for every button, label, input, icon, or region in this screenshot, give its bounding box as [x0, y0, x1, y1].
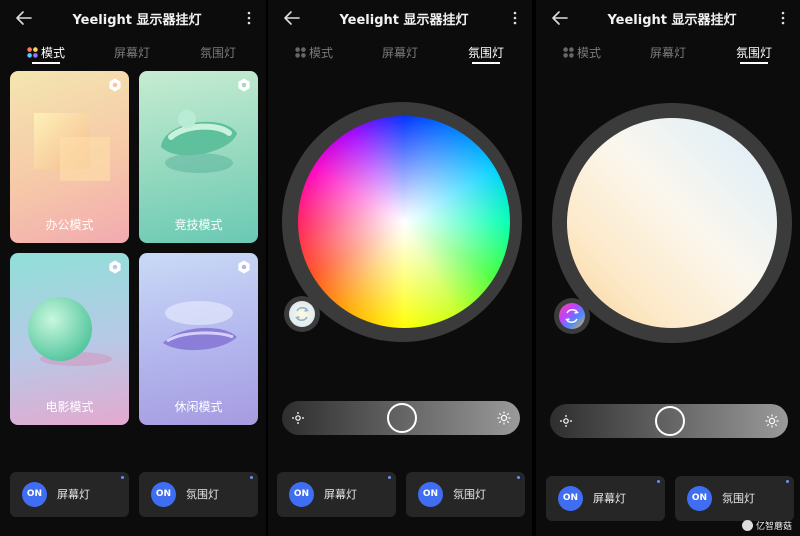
mode-grid-icon	[295, 47, 306, 58]
page-title: Yeelight 显示器挂灯	[339, 13, 469, 28]
tab-bar: 模式 屏幕灯 氛围灯	[268, 44, 532, 66]
brightness-slider-knob[interactable]	[655, 406, 685, 436]
gaming-illustration	[161, 110, 237, 173]
back-arrow-icon[interactable]	[14, 8, 34, 28]
movie-illustration	[28, 297, 112, 366]
tab-ambient-label: 氛围灯	[735, 46, 772, 60]
back-arrow-icon[interactable]	[282, 8, 302, 28]
on-toggle[interactable]: ON	[151, 482, 176, 507]
tab-mode-label: 模式	[308, 46, 333, 60]
mode-grid-icon	[27, 47, 38, 58]
gear-icon[interactable]	[237, 78, 251, 92]
ambient-light-power-button[interactable]: ON 氛围灯	[139, 472, 258, 517]
tab-ambient-light[interactable]: 氛围灯	[178, 44, 258, 61]
tab-ambient-light[interactable]: 氛围灯	[446, 44, 526, 64]
mode-card-movie[interactable]: 电影模式	[10, 253, 129, 425]
gear-icon[interactable]	[108, 78, 122, 92]
page-title: Yeelight 显示器挂灯	[72, 13, 202, 28]
tab-mode[interactable]: 模式	[542, 44, 622, 61]
tab-screen-label: 屏幕灯	[381, 46, 418, 60]
brightness-low-icon	[292, 412, 304, 424]
tab-ambient-label: 氛围灯	[199, 46, 236, 60]
watermark-logo-icon	[741, 520, 753, 531]
office-illustration	[34, 113, 110, 181]
more-vertical-icon[interactable]	[246, 10, 252, 26]
tab-mode[interactable]: 模式	[6, 44, 86, 64]
on-toggle[interactable]: ON	[22, 482, 47, 507]
tab-bar: 模式 屏幕灯 氛围灯	[0, 44, 266, 66]
button-label: 屏幕灯	[593, 492, 626, 505]
mode-screen: Yeelight 显示器挂灯 模式 屏幕灯 氛围灯 办公模式 竞技模式 电影模式…	[0, 0, 266, 536]
screen-light-power-button[interactable]: ON 屏幕灯	[10, 472, 129, 517]
ambient-temperature-screen: Yeelight 显示器挂灯 模式 屏幕灯 氛围灯 ON 屏幕灯 ON 氛围灯 …	[536, 0, 800, 536]
mode-label: 电影模式	[45, 400, 94, 414]
more-vertical-icon[interactable]	[512, 10, 518, 26]
tab-bar: 模式 屏幕灯 氛围灯	[536, 44, 800, 66]
gear-icon[interactable]	[108, 260, 122, 274]
mode-card-office[interactable]: 办公模式	[10, 71, 129, 243]
rgb-color-wheel[interactable]	[298, 116, 510, 328]
ambient-color-screen: Yeelight 显示器挂灯 模式 屏幕灯 氛围灯 ON 屏幕灯 ON 氛围灯	[268, 0, 532, 536]
brightness-low-icon	[560, 415, 572, 427]
on-toggle[interactable]: ON	[289, 482, 314, 507]
button-label: 屏幕灯	[57, 488, 90, 501]
mode-label: 休闲模式	[174, 400, 223, 414]
app-header: Yeelight 显示器挂灯	[536, 0, 800, 38]
button-label: 氛围灯	[722, 492, 755, 505]
tab-underline	[740, 62, 768, 64]
watermark-text: 亿智蘑菇	[755, 522, 792, 532]
color-temperature-wheel[interactable]	[567, 118, 777, 328]
screen-light-power-button[interactable]: ON 屏幕灯	[277, 472, 396, 517]
tab-mode-label: 模式	[40, 46, 65, 60]
app-header: Yeelight 显示器挂灯	[268, 0, 532, 38]
on-toggle[interactable]: ON	[558, 486, 583, 511]
ambient-light-power-button[interactable]: ON 氛围灯	[406, 472, 525, 517]
brightness-slider[interactable]	[282, 401, 520, 435]
indicator-dot	[657, 480, 660, 483]
mode-card-gaming[interactable]: 竞技模式	[139, 71, 258, 243]
page-title: Yeelight 显示器挂灯	[607, 13, 737, 28]
tab-screen-light[interactable]: 屏幕灯	[628, 44, 708, 61]
back-arrow-icon[interactable]	[550, 8, 570, 28]
tab-mode-label: 模式	[576, 46, 601, 60]
button-label: 屏幕灯	[324, 488, 357, 501]
brightness-high-icon	[765, 414, 779, 428]
brightness-slider-knob[interactable]	[387, 403, 417, 433]
color-mode-toggle-icon[interactable]	[558, 302, 586, 330]
ambient-light-power-button[interactable]: ON 氛围灯	[675, 476, 794, 521]
mode-card-leisure[interactable]: 休闲模式	[139, 253, 258, 425]
tab-ambient-light[interactable]: 氛围灯	[714, 44, 794, 64]
tab-underline	[472, 62, 500, 64]
on-toggle[interactable]: ON	[418, 482, 443, 507]
screen-light-power-button[interactable]: ON 屏幕灯	[546, 476, 665, 521]
indicator-dot	[250, 476, 253, 479]
color-temperature-toggle-icon[interactable]	[288, 300, 316, 328]
mode-label: 竞技模式	[174, 218, 223, 232]
mode-grid-icon	[563, 47, 574, 58]
more-vertical-icon[interactable]	[780, 10, 786, 26]
tab-mode[interactable]: 模式	[274, 44, 354, 61]
app-header: Yeelight 显示器挂灯	[0, 0, 266, 38]
mode-label: 办公模式	[45, 218, 94, 232]
leisure-illustration	[163, 301, 237, 351]
on-toggle[interactable]: ON	[687, 486, 712, 511]
tab-ambient-label: 氛围灯	[467, 46, 504, 60]
brightness-slider[interactable]	[550, 404, 788, 438]
watermark: 亿智蘑菇	[741, 519, 792, 532]
indicator-dot	[121, 476, 124, 479]
brightness-high-icon	[497, 411, 511, 425]
button-label: 氛围灯	[453, 488, 486, 501]
tab-screen-label: 屏幕灯	[113, 46, 150, 60]
button-label: 氛围灯	[186, 488, 219, 501]
tab-underline	[32, 62, 60, 64]
tab-screen-light[interactable]: 屏幕灯	[360, 44, 440, 61]
indicator-dot	[517, 476, 520, 479]
indicator-dot	[388, 476, 391, 479]
tab-screen-light[interactable]: 屏幕灯	[92, 44, 172, 61]
indicator-dot	[786, 480, 789, 483]
gear-icon[interactable]	[237, 260, 251, 274]
tab-screen-label: 屏幕灯	[649, 46, 686, 60]
